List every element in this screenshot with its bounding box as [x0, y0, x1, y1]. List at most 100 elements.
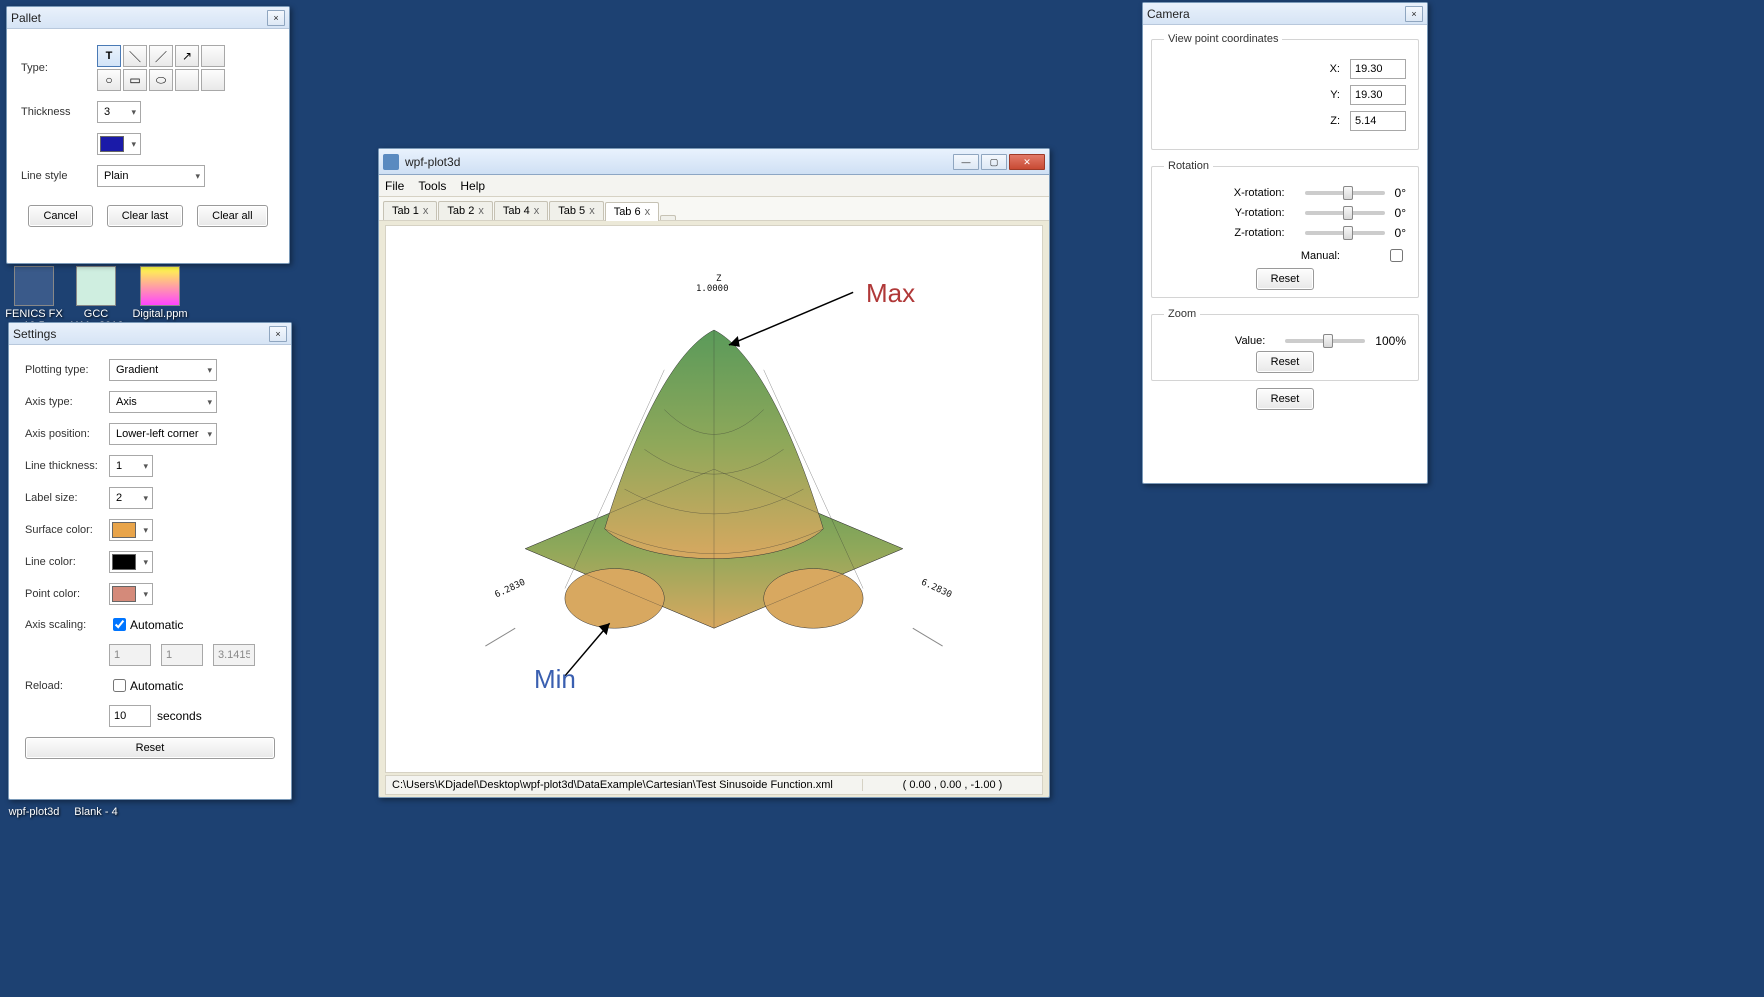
main-titlebar[interactable]: wpf-plot3d — ▢ ✕ — [379, 149, 1049, 175]
point-color-label: Point color: — [25, 588, 109, 600]
tab-close-icon[interactable]: x — [645, 206, 651, 218]
minimize-icon[interactable]: — — [953, 154, 979, 170]
line-thickness-dropdown[interactable]: 1 — [109, 455, 153, 477]
close-icon[interactable]: × — [1405, 6, 1423, 22]
color-dropdown[interactable] — [97, 133, 141, 155]
yrot-slider[interactable] — [1305, 211, 1385, 215]
axis-position-dropdown[interactable]: Lower-left corner — [109, 423, 217, 445]
tab-label: Tab 6 — [614, 206, 641, 218]
x-input[interactable] — [1350, 59, 1406, 79]
viewpoint-legend: View point coordinates — [1164, 33, 1282, 45]
viewpoint-group: View point coordinates X: Y: Z: — [1151, 33, 1419, 150]
tool-circle[interactable]: ○ — [97, 69, 121, 91]
tool-text[interactable]: T — [97, 45, 121, 67]
z-label: Z: — [1164, 115, 1350, 127]
tab-add-button[interactable] — [660, 215, 676, 220]
manual-checkbox[interactable] — [1390, 249, 1403, 262]
z-input[interactable] — [1350, 111, 1406, 131]
tool-blank[interactable] — [201, 45, 225, 67]
line-thickness-label: Line thickness: — [25, 460, 109, 472]
y-input[interactable] — [1350, 85, 1406, 105]
y-label: Y: — [1164, 89, 1350, 101]
xrot-value: 0° — [1395, 186, 1406, 200]
desktop-icon[interactable]: Blank - 4 — [64, 806, 128, 818]
menu-file[interactable]: File — [385, 179, 404, 193]
zoom-value: 100% — [1375, 334, 1406, 348]
zrot-value: 0° — [1395, 226, 1406, 240]
clear-all-button[interactable]: Clear all — [197, 205, 267, 227]
reload-auto-checkbox[interactable] — [113, 679, 126, 692]
tab-close-icon[interactable]: x — [478, 205, 484, 217]
linestyle-dropdown[interactable]: Plain — [97, 165, 205, 187]
tab-close-icon[interactable]: x — [534, 205, 540, 217]
pallet-titlebar[interactable]: Pallet × — [7, 7, 289, 29]
surface-color-dropdown[interactable] — [109, 519, 153, 541]
linestyle-label: Line style — [21, 170, 97, 182]
tab[interactable]: Tab 1x — [383, 201, 437, 220]
clear-last-button[interactable]: Clear last — [107, 205, 183, 227]
tool-rect[interactable]: ▭ — [123, 69, 147, 91]
manual-label: Manual: — [1164, 250, 1350, 262]
zoom-legend: Zoom — [1164, 308, 1200, 320]
rotation-reset-button[interactable]: Reset — [1256, 268, 1315, 290]
desktop-icon[interactable]: wpf-plot3d — [2, 806, 66, 818]
tool-arrow[interactable]: ↗ — [175, 45, 199, 67]
z-axis-value: 1.0000 — [696, 284, 729, 294]
camera-reset-button[interactable]: Reset — [1256, 388, 1315, 410]
tab-label: Tab 2 — [447, 205, 474, 217]
reload-seconds-input[interactable] — [109, 705, 151, 727]
scale-x-input[interactable] — [109, 644, 151, 666]
tab-close-icon[interactable]: x — [589, 205, 595, 217]
tab-close-icon[interactable]: x — [423, 205, 429, 217]
axis-scaling-label: Axis scaling: — [25, 619, 109, 631]
plotting-type-dropdown[interactable]: Gradient — [109, 359, 217, 381]
zrot-slider[interactable] — [1305, 231, 1385, 235]
axis-scaling-auto-label: Automatic — [130, 618, 183, 632]
camera-titlebar[interactable]: Camera × — [1143, 3, 1427, 25]
thickness-dropdown[interactable]: 3 — [97, 101, 141, 123]
tab[interactable]: Tab 5x — [549, 201, 603, 220]
annotation-min: Min — [534, 664, 576, 695]
axis-scaling-auto-checkbox[interactable] — [113, 618, 126, 631]
point-color-dropdown[interactable] — [109, 583, 153, 605]
desktop-icon[interactable]: Digital.ppm — [128, 266, 192, 320]
tool-ellipse[interactable]: ⬭ — [149, 69, 173, 91]
color-swatch — [112, 522, 136, 538]
menu-help[interactable]: Help — [460, 179, 485, 193]
zoom-slider[interactable] — [1285, 339, 1365, 343]
desktop-icon-label: Blank - 4 — [64, 806, 128, 818]
zoom-group: Zoom Value: 100% Reset — [1151, 308, 1419, 381]
zoom-reset-button[interactable]: Reset — [1256, 351, 1315, 373]
color-swatch — [100, 136, 124, 152]
yrot-value: 0° — [1395, 206, 1406, 220]
tab[interactable]: Tab 2 x — [438, 201, 492, 220]
tab-active[interactable]: Tab 6 x — [605, 202, 659, 221]
tab[interactable]: Tab 4x — [494, 201, 548, 220]
reload-seconds-suffix: seconds — [157, 709, 202, 723]
scale-z-input[interactable] — [213, 644, 255, 666]
maximize-icon[interactable]: ▢ — [981, 154, 1007, 170]
pallet-window: Pallet × Type: T ＼ ／ ↗ ○ ▭ ⬭ Thickness 3 — [6, 6, 290, 264]
tool-blank[interactable] — [201, 69, 225, 91]
settings-reset-button[interactable]: Reset — [25, 737, 275, 759]
cancel-button[interactable]: Cancel — [28, 205, 92, 227]
menu-tools[interactable]: Tools — [418, 179, 446, 193]
close-icon[interactable]: × — [269, 326, 287, 342]
settings-titlebar[interactable]: Settings × — [9, 323, 291, 345]
tool-blank[interactable] — [175, 69, 199, 91]
annotation-max: Max — [866, 278, 915, 309]
surface-plot — [386, 226, 1042, 772]
label-size-dropdown[interactable]: 2 — [109, 487, 153, 509]
plot-canvas[interactable]: Max Min Z 1.0000 6.2830 6.2830 — [385, 225, 1043, 773]
app-icon — [383, 154, 399, 170]
xrot-slider[interactable] — [1305, 191, 1385, 195]
scale-y-input[interactable] — [161, 644, 203, 666]
line-color-dropdown[interactable] — [109, 551, 153, 573]
axis-type-label: Axis type: — [25, 396, 109, 408]
axis-type-dropdown[interactable]: Axis — [109, 391, 217, 413]
tool-line-up[interactable]: ／ — [149, 45, 173, 67]
tool-line[interactable]: ＼ — [123, 45, 147, 67]
statusbar: C:\Users\KDjadel\Desktop\wpf-plot3d\Data… — [385, 775, 1043, 795]
close-icon[interactable]: ✕ — [1009, 154, 1045, 170]
close-icon[interactable]: × — [267, 10, 285, 26]
